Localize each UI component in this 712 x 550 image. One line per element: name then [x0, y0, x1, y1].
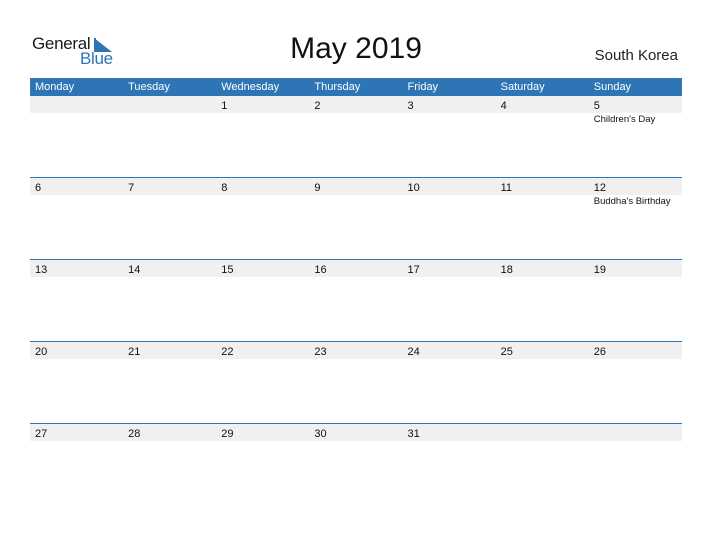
calendar-grid: Monday Tuesday Wednesday Thursday Friday… — [30, 78, 682, 505]
day-number: 6 — [35, 182, 42, 194]
weekday-monday: Monday — [35, 81, 75, 93]
day-cell: 15 — [216, 260, 309, 277]
weekday-tuesday: Tuesday — [128, 81, 170, 93]
week-row: 20 21 22 23 24 25 26 — [30, 341, 682, 423]
weekday-header: Monday Tuesday Wednesday Thursday Friday… — [30, 78, 682, 96]
day-cell: 2 — [309, 96, 402, 113]
day-cell: 12 Buddha's Birthday — [589, 178, 682, 207]
week-row: 1 2 3 4 5 Children's Day — [30, 96, 682, 177]
day-number: 2 — [314, 100, 321, 112]
day-number: 4 — [500, 100, 507, 112]
day-cell: 9 — [309, 178, 402, 195]
day-number: 23 — [314, 346, 327, 358]
day-number: 14 — [128, 264, 141, 276]
day-cell: 18 — [496, 260, 589, 277]
day-cell — [30, 96, 123, 113]
day-number: 24 — [407, 346, 420, 358]
week-row: 6 7 8 9 10 11 12 Buddha's Birthday — [30, 177, 682, 259]
day-cell: 22 — [216, 342, 309, 359]
day-number: 16 — [314, 264, 327, 276]
day-cell: 11 — [496, 178, 589, 195]
day-cell: 4 — [496, 96, 589, 113]
country-label: South Korea — [594, 47, 678, 64]
day-number: 17 — [407, 264, 420, 276]
day-cell: 19 — [589, 260, 682, 277]
day-cell: 27 — [30, 424, 123, 441]
week-date-band: 13 14 15 16 17 18 19 — [30, 260, 682, 277]
day-cell: 24 — [403, 342, 496, 359]
week-date-band: 27 28 29 30 31 — [30, 424, 682, 441]
day-cell: 17 — [403, 260, 496, 277]
day-number: 28 — [128, 428, 141, 440]
day-cell: 28 — [123, 424, 216, 441]
weekday-wednesday: Wednesday — [221, 81, 280, 93]
day-cell: 5 Children's Day — [589, 96, 682, 125]
day-number: 5 — [593, 100, 600, 112]
day-number: 10 — [407, 182, 420, 194]
day-number: 13 — [35, 264, 48, 276]
weekday-friday: Friday — [407, 81, 439, 93]
day-number: 18 — [500, 264, 513, 276]
day-cell: 16 — [309, 260, 402, 277]
weekday-saturday: Saturday — [500, 81, 545, 93]
week-row: 27 28 29 30 31 — [30, 423, 682, 505]
week-date-band: 6 7 8 9 10 11 12 Buddha's Birthday — [30, 178, 682, 207]
day-number: 27 — [35, 428, 48, 440]
day-number: 25 — [500, 346, 513, 358]
day-number: 30 — [314, 428, 327, 440]
day-cell: 6 — [30, 178, 123, 195]
holiday-label: Buddha's Birthday — [593, 196, 671, 207]
day-cell: 21 — [123, 342, 216, 359]
day-cell: 31 — [403, 424, 496, 441]
week-date-band: 20 21 22 23 24 25 26 — [30, 342, 682, 359]
weeks-container: 1 2 3 4 5 Children's Day 6 7 8 9 10 11 12 Buddha's Bi… — [30, 96, 682, 505]
day-cell: 7 — [123, 178, 216, 195]
week-row: 13 14 15 16 17 18 19 — [30, 259, 682, 341]
day-cell: 13 — [30, 260, 123, 277]
day-number: 1 — [221, 100, 228, 112]
day-number: 8 — [221, 182, 228, 194]
day-number: 7 — [128, 182, 135, 194]
day-cell — [589, 424, 682, 441]
day-cell: 23 — [309, 342, 402, 359]
day-cell: 26 — [589, 342, 682, 359]
day-number: 12 — [593, 182, 606, 194]
day-cell — [123, 96, 216, 113]
day-number: 29 — [221, 428, 234, 440]
day-cell: 1 — [216, 96, 309, 113]
day-cell — [496, 424, 589, 441]
weekday-sunday: Sunday — [593, 81, 632, 93]
day-cell: 3 — [403, 96, 496, 113]
day-number: 11 — [500, 182, 513, 194]
day-cell: 25 — [496, 342, 589, 359]
holiday-label: Children's Day — [593, 114, 656, 125]
week-date-band: 1 2 3 4 5 Children's Day — [30, 96, 682, 125]
day-number: 19 — [593, 264, 606, 276]
day-number: 26 — [593, 346, 606, 358]
day-cell: 14 — [123, 260, 216, 277]
day-number: 9 — [314, 182, 321, 194]
day-number: 15 — [221, 264, 234, 276]
day-cell: 10 — [403, 178, 496, 195]
day-cell: 20 — [30, 342, 123, 359]
weekday-thursday: Thursday — [314, 81, 361, 93]
day-cell: 29 — [216, 424, 309, 441]
day-number: 22 — [221, 346, 234, 358]
day-cell: 30 — [309, 424, 402, 441]
day-number: 20 — [35, 346, 48, 358]
day-number: 31 — [407, 428, 420, 440]
day-number: 3 — [407, 100, 414, 112]
day-number: 21 — [128, 346, 141, 358]
day-cell: 8 — [216, 178, 309, 195]
